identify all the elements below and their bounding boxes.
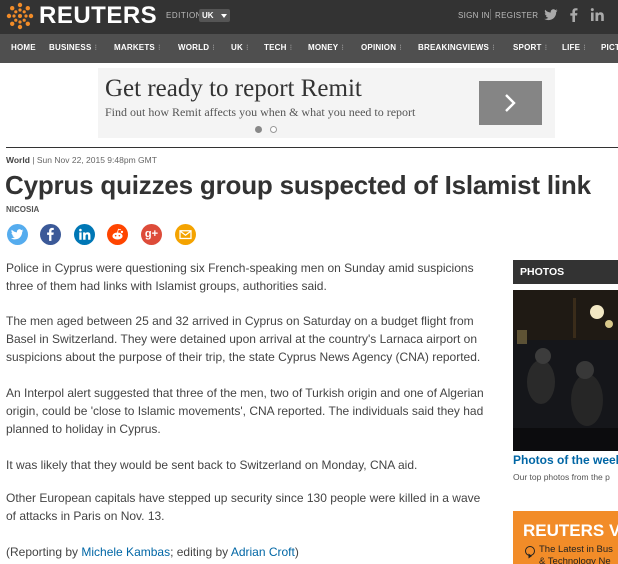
- nav-item-money[interactable]: MONEY ⁝: [308, 43, 344, 52]
- dropdown-icon: ⁝: [289, 43, 293, 52]
- promo-text: & Technology Ne: [539, 556, 611, 564]
- article-headline: Cyprus quizzes group suspected of Islami…: [5, 170, 591, 200]
- article-location: NICOSIA: [6, 205, 40, 214]
- nav-item-tech[interactable]: TECH ⁝: [264, 43, 292, 52]
- dropdown-icon: ⁝: [399, 43, 402, 52]
- dropdown-icon: ⁝: [245, 43, 249, 52]
- nav-item-life[interactable]: LIFE ⁝: [562, 43, 586, 52]
- facebook-icon[interactable]: [565, 6, 583, 24]
- twitter-icon[interactable]: [542, 6, 560, 24]
- article-credit: (Reporting by Michele Kambas; editing by…: [6, 545, 299, 559]
- reuters-logo-text: REUTERS: [39, 2, 158, 29]
- carousel-dot[interactable]: [270, 126, 277, 133]
- edition-value: UK: [202, 11, 214, 20]
- article-dateline: World | Sun Nov 22, 2015 9:48pm GMT: [6, 155, 157, 165]
- top-bar: REUTERS EDITION: UK SIGN IN REGISTER: [0, 0, 618, 34]
- carousel-dot-active[interactable]: [255, 126, 262, 133]
- article-paragraph: It was likely that they would be sent ba…: [6, 458, 418, 472]
- facebook-icon[interactable]: [40, 224, 61, 245]
- nav-item-uk[interactable]: UK ⁝: [231, 43, 249, 52]
- sign-in-link[interactable]: SIGN IN: [458, 11, 490, 20]
- nav-item-pictures[interactable]: PICT: [601, 43, 618, 52]
- dropdown-icon: ⁝: [94, 43, 98, 52]
- linkedin-icon[interactable]: [74, 224, 95, 245]
- main-nav: HOME BUSINESS ⁝ MARKETS ⁝ WORLD ⁝ UK ⁝ TECH ⁝…: [0, 34, 618, 63]
- nav-item-sport[interactable]: SPORT ⁝: [513, 43, 547, 52]
- nav-item-markets[interactable]: MARKETS ⁝: [114, 43, 161, 52]
- advert-subtitle: Find out how Remit affects you when & wh…: [105, 105, 416, 119]
- dropdown-icon: ⁝: [212, 43, 215, 52]
- edition-select[interactable]: UK: [199, 9, 230, 22]
- photo-title-link[interactable]: Photos of the week: [513, 453, 618, 467]
- reddit-icon[interactable]: [107, 224, 128, 245]
- nav-item-home[interactable]: HOME: [11, 43, 36, 52]
- article-paragraph: An Interpol alert suggested that three o…: [6, 386, 484, 436]
- nav-item-business[interactable]: BUSINESS ⁝: [49, 43, 97, 52]
- section-link[interactable]: World: [6, 155, 30, 165]
- photo-of-the-week-image[interactable]: [513, 290, 618, 451]
- editor-link[interactable]: Adrian Croft: [231, 545, 295, 559]
- linkedin-icon[interactable]: [589, 6, 607, 24]
- nav-item-opinion[interactable]: OPINION ⁝: [361, 43, 402, 52]
- promo-text: The Latest in Bus: [539, 544, 613, 555]
- reuters-logo[interactable]: REUTERS: [6, 2, 157, 30]
- dropdown-icon: ⁝: [492, 43, 495, 52]
- nav-item-breakingviews[interactable]: BREAKINGVIEWS ⁝: [418, 43, 495, 52]
- chevron-down-icon: [221, 14, 227, 18]
- advert-next-button[interactable]: [479, 81, 542, 125]
- twitter-icon[interactable]: [7, 224, 28, 245]
- advert-banner[interactable]: Get ready to report Remit Find out how R…: [98, 68, 555, 138]
- photos-heading: PHOTOS: [513, 260, 618, 284]
- section-divider: [6, 147, 618, 148]
- promo-title: REUTERS V: [523, 521, 618, 540]
- email-icon[interactable]: [175, 224, 196, 245]
- nav-item-world[interactable]: WORLD ⁝: [178, 43, 215, 52]
- reuters-tv-promo[interactable]: REUTERS V The Latest in Bus & Technology…: [513, 511, 618, 564]
- dropdown-icon: ⁝: [341, 43, 345, 52]
- register-link[interactable]: REGISTER: [495, 11, 538, 20]
- dropdown-icon: ⁝: [157, 43, 161, 52]
- dropdown-icon: ⁝: [544, 43, 548, 52]
- reporter-link[interactable]: Michele Kambas: [81, 545, 170, 559]
- reuters-logo-icon: [6, 2, 34, 30]
- google-plus-icon[interactable]: g+: [141, 224, 162, 245]
- article-paragraph: Other European capitals have stepped up …: [6, 491, 481, 523]
- photo-description: Our top photos from the p: [513, 472, 610, 482]
- chevron-right-icon: [505, 94, 516, 112]
- dropdown-icon: ⁝: [583, 43, 586, 52]
- article-paragraph: The men aged between 25 and 32 arrived i…: [6, 314, 481, 364]
- article-date: Sun Nov 22, 2015 9:48pm GMT: [36, 155, 157, 165]
- play-icon: [525, 546, 535, 559]
- advert-title: Get ready to report Remit: [105, 75, 362, 102]
- article-paragraph: Police in Cyprus were questioning six Fr…: [6, 261, 474, 293]
- divider: [490, 9, 491, 20]
